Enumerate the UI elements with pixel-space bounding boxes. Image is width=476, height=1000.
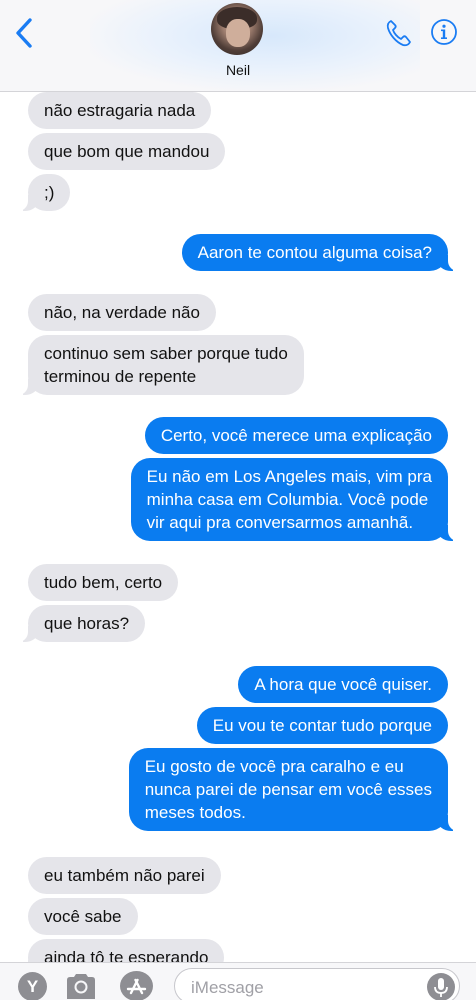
info-icon bbox=[431, 19, 457, 45]
outgoing-message[interactable]: Eu vou te contar tudo porque bbox=[196, 707, 448, 744]
incoming-message[interactable]: que bom que mandou bbox=[28, 133, 226, 170]
incoming-message[interactable]: você sabe bbox=[28, 898, 138, 935]
message-thread[interactable]: não estragaria nada que bom que mandou ;… bbox=[0, 92, 476, 962]
contact-name[interactable]: Neil bbox=[0, 62, 476, 78]
camera-button[interactable] bbox=[64, 971, 98, 999]
message-placeholder: iMessage bbox=[191, 978, 264, 997]
info-button[interactable] bbox=[430, 18, 458, 46]
message-input[interactable]: iMessage bbox=[174, 968, 460, 1000]
app-store-icon bbox=[126, 978, 147, 995]
avatar-face bbox=[226, 19, 250, 47]
outgoing-message[interactable]: Certo, você merece uma explicação bbox=[144, 417, 448, 454]
outgoing-message[interactable]: A hora que você quiser. bbox=[238, 666, 448, 703]
camera-icon bbox=[67, 974, 95, 999]
back-chevron-icon bbox=[16, 18, 32, 48]
incoming-message[interactable]: ;) bbox=[17, 174, 71, 211]
microphone-icon bbox=[434, 978, 448, 997]
compose-bar: Y iMessage bbox=[0, 962, 476, 1000]
outgoing-message[interactable]: Eu não em Los Angeles mais, vim pra minh… bbox=[130, 458, 459, 541]
outgoing-message[interactable]: Aaron te contou alguma coisa? bbox=[181, 234, 459, 271]
incoming-message[interactable]: ainda tô te esperando bbox=[17, 939, 225, 962]
incoming-message[interactable]: tudo bem, certo bbox=[28, 564, 179, 601]
incoming-message[interactable]: não, na verdade não bbox=[28, 294, 216, 331]
incoming-message[interactable]: continuo sem saber porque tudo terminou … bbox=[18, 335, 304, 395]
call-button[interactable] bbox=[385, 18, 413, 48]
incoming-message[interactable]: eu também não parei bbox=[28, 857, 221, 894]
back-button[interactable] bbox=[12, 16, 38, 50]
dictation-button[interactable] bbox=[427, 973, 455, 1000]
phone-icon bbox=[386, 20, 411, 47]
incoming-message[interactable]: não estragaria nada bbox=[28, 92, 212, 129]
app-store-button[interactable] bbox=[120, 971, 153, 1000]
incoming-message[interactable]: que horas? bbox=[17, 605, 146, 642]
outgoing-message[interactable]: Eu gosto de você pra caralho e eu nunca … bbox=[128, 748, 459, 831]
contact-avatar[interactable] bbox=[211, 3, 263, 55]
app-drawer-button[interactable]: Y bbox=[18, 972, 47, 1000]
conversation-header: Neil bbox=[0, 0, 476, 92]
